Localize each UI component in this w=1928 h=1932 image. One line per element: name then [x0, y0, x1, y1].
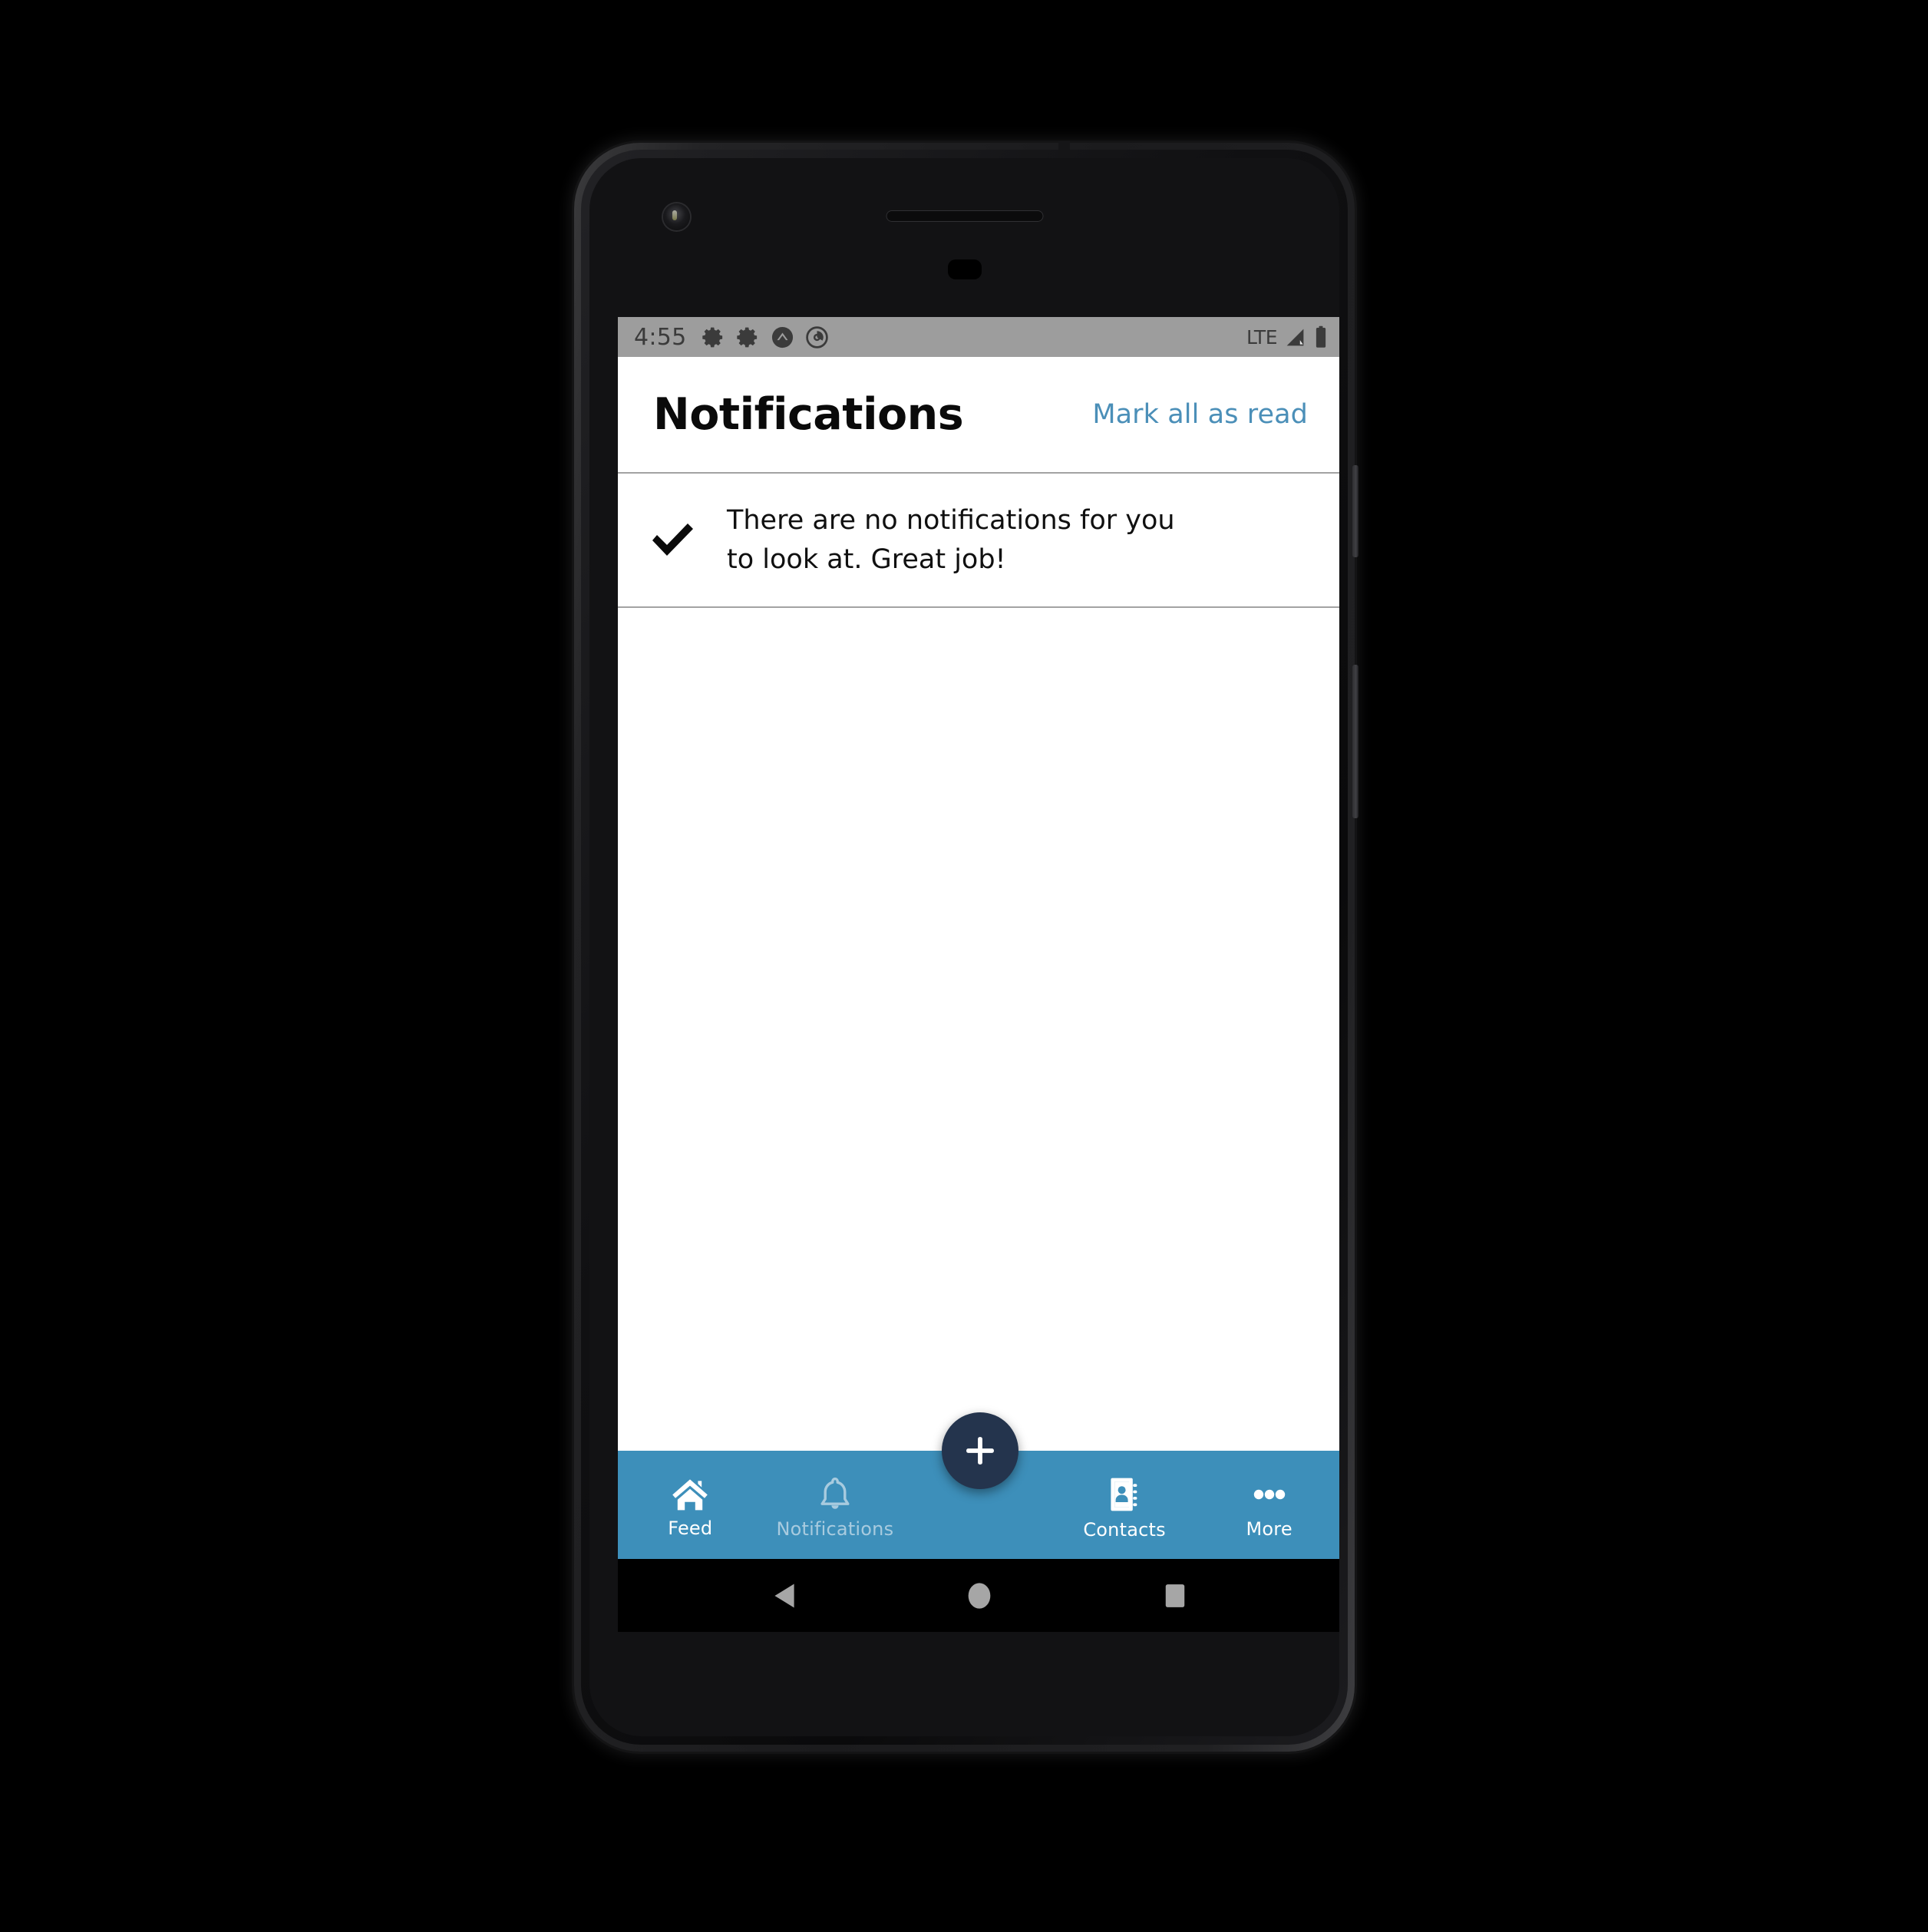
nav-tab-label: Feed — [668, 1517, 713, 1539]
android-home-button[interactable] — [933, 1559, 1025, 1632]
antenna-band — [1058, 141, 1070, 158]
bottom-navigation-bar: Feed Notifications Contacts More — [618, 1412, 1339, 1559]
checkmark-icon — [639, 520, 705, 561]
circle-home-icon — [969, 1582, 991, 1609]
phone-device-frame: 4:55 LTE Notifications Mark all as read … — [574, 141, 1359, 1752]
android-system-nav-bar — [618, 1559, 1339, 1632]
status-bar: 4:55 LTE — [618, 317, 1339, 357]
phone-screen: 4:55 LTE Notifications Mark all as read … — [618, 317, 1339, 1559]
android-back-button[interactable] — [738, 1559, 830, 1632]
nav-tab-more[interactable]: More — [1197, 1451, 1339, 1559]
page-title: Notifications — [653, 388, 964, 440]
nav-tab-feed[interactable]: Feed — [618, 1451, 763, 1559]
status-bar-left-icons — [702, 325, 829, 349]
contact-book-icon — [1111, 1478, 1137, 1511]
empty-state-message: There are no notifications for you to lo… — [727, 505, 1175, 575]
nav-tab-notifications[interactable]: Notifications — [763, 1451, 908, 1559]
nav-tab-label: Contacts — [1083, 1518, 1166, 1541]
app-header: Notifications Mark all as read — [618, 357, 1339, 474]
battery-icon — [1316, 325, 1326, 348]
square-recents-icon — [1165, 1584, 1185, 1607]
volume-rocker-button[interactable] — [1352, 665, 1359, 818]
gear-icon — [736, 327, 757, 347]
ellipsis-icon — [1253, 1489, 1285, 1499]
status-bar-right-icons: LTE — [1246, 325, 1329, 348]
proximity-sensor-icon — [947, 259, 982, 279]
chevron-up-circle-icon — [771, 326, 793, 348]
front-camera-icon — [663, 203, 690, 230]
empty-state-row: There are no notifications for you to lo… — [618, 474, 1339, 608]
mark-all-as-read-button[interactable]: Mark all as read — [1092, 399, 1308, 430]
phone-face: 4:55 LTE Notifications Mark all as read … — [589, 158, 1339, 1736]
create-fab-button[interactable] — [941, 1412, 1018, 1489]
bell-icon — [820, 1477, 850, 1509]
nav-tab-label: Notifications — [776, 1518, 894, 1540]
gear-icon — [702, 327, 722, 347]
power-button[interactable] — [1352, 465, 1359, 557]
network-type-label: LTE — [1246, 325, 1278, 348]
notifications-list-area — [618, 608, 1339, 1451]
status-bar-time: 4:55 — [634, 323, 687, 351]
android-recents-button[interactable] — [1129, 1559, 1221, 1632]
do-not-disturb-icon — [805, 325, 828, 348]
signal-strength-icon — [1286, 329, 1304, 345]
plus-icon — [966, 1437, 994, 1465]
home-icon — [672, 1478, 708, 1510]
nav-tab-contacts[interactable]: Contacts — [1052, 1451, 1197, 1559]
triangle-back-icon — [774, 1584, 794, 1607]
nav-tab-label: More — [1246, 1518, 1292, 1540]
earpiece-speaker-icon — [886, 210, 1043, 222]
